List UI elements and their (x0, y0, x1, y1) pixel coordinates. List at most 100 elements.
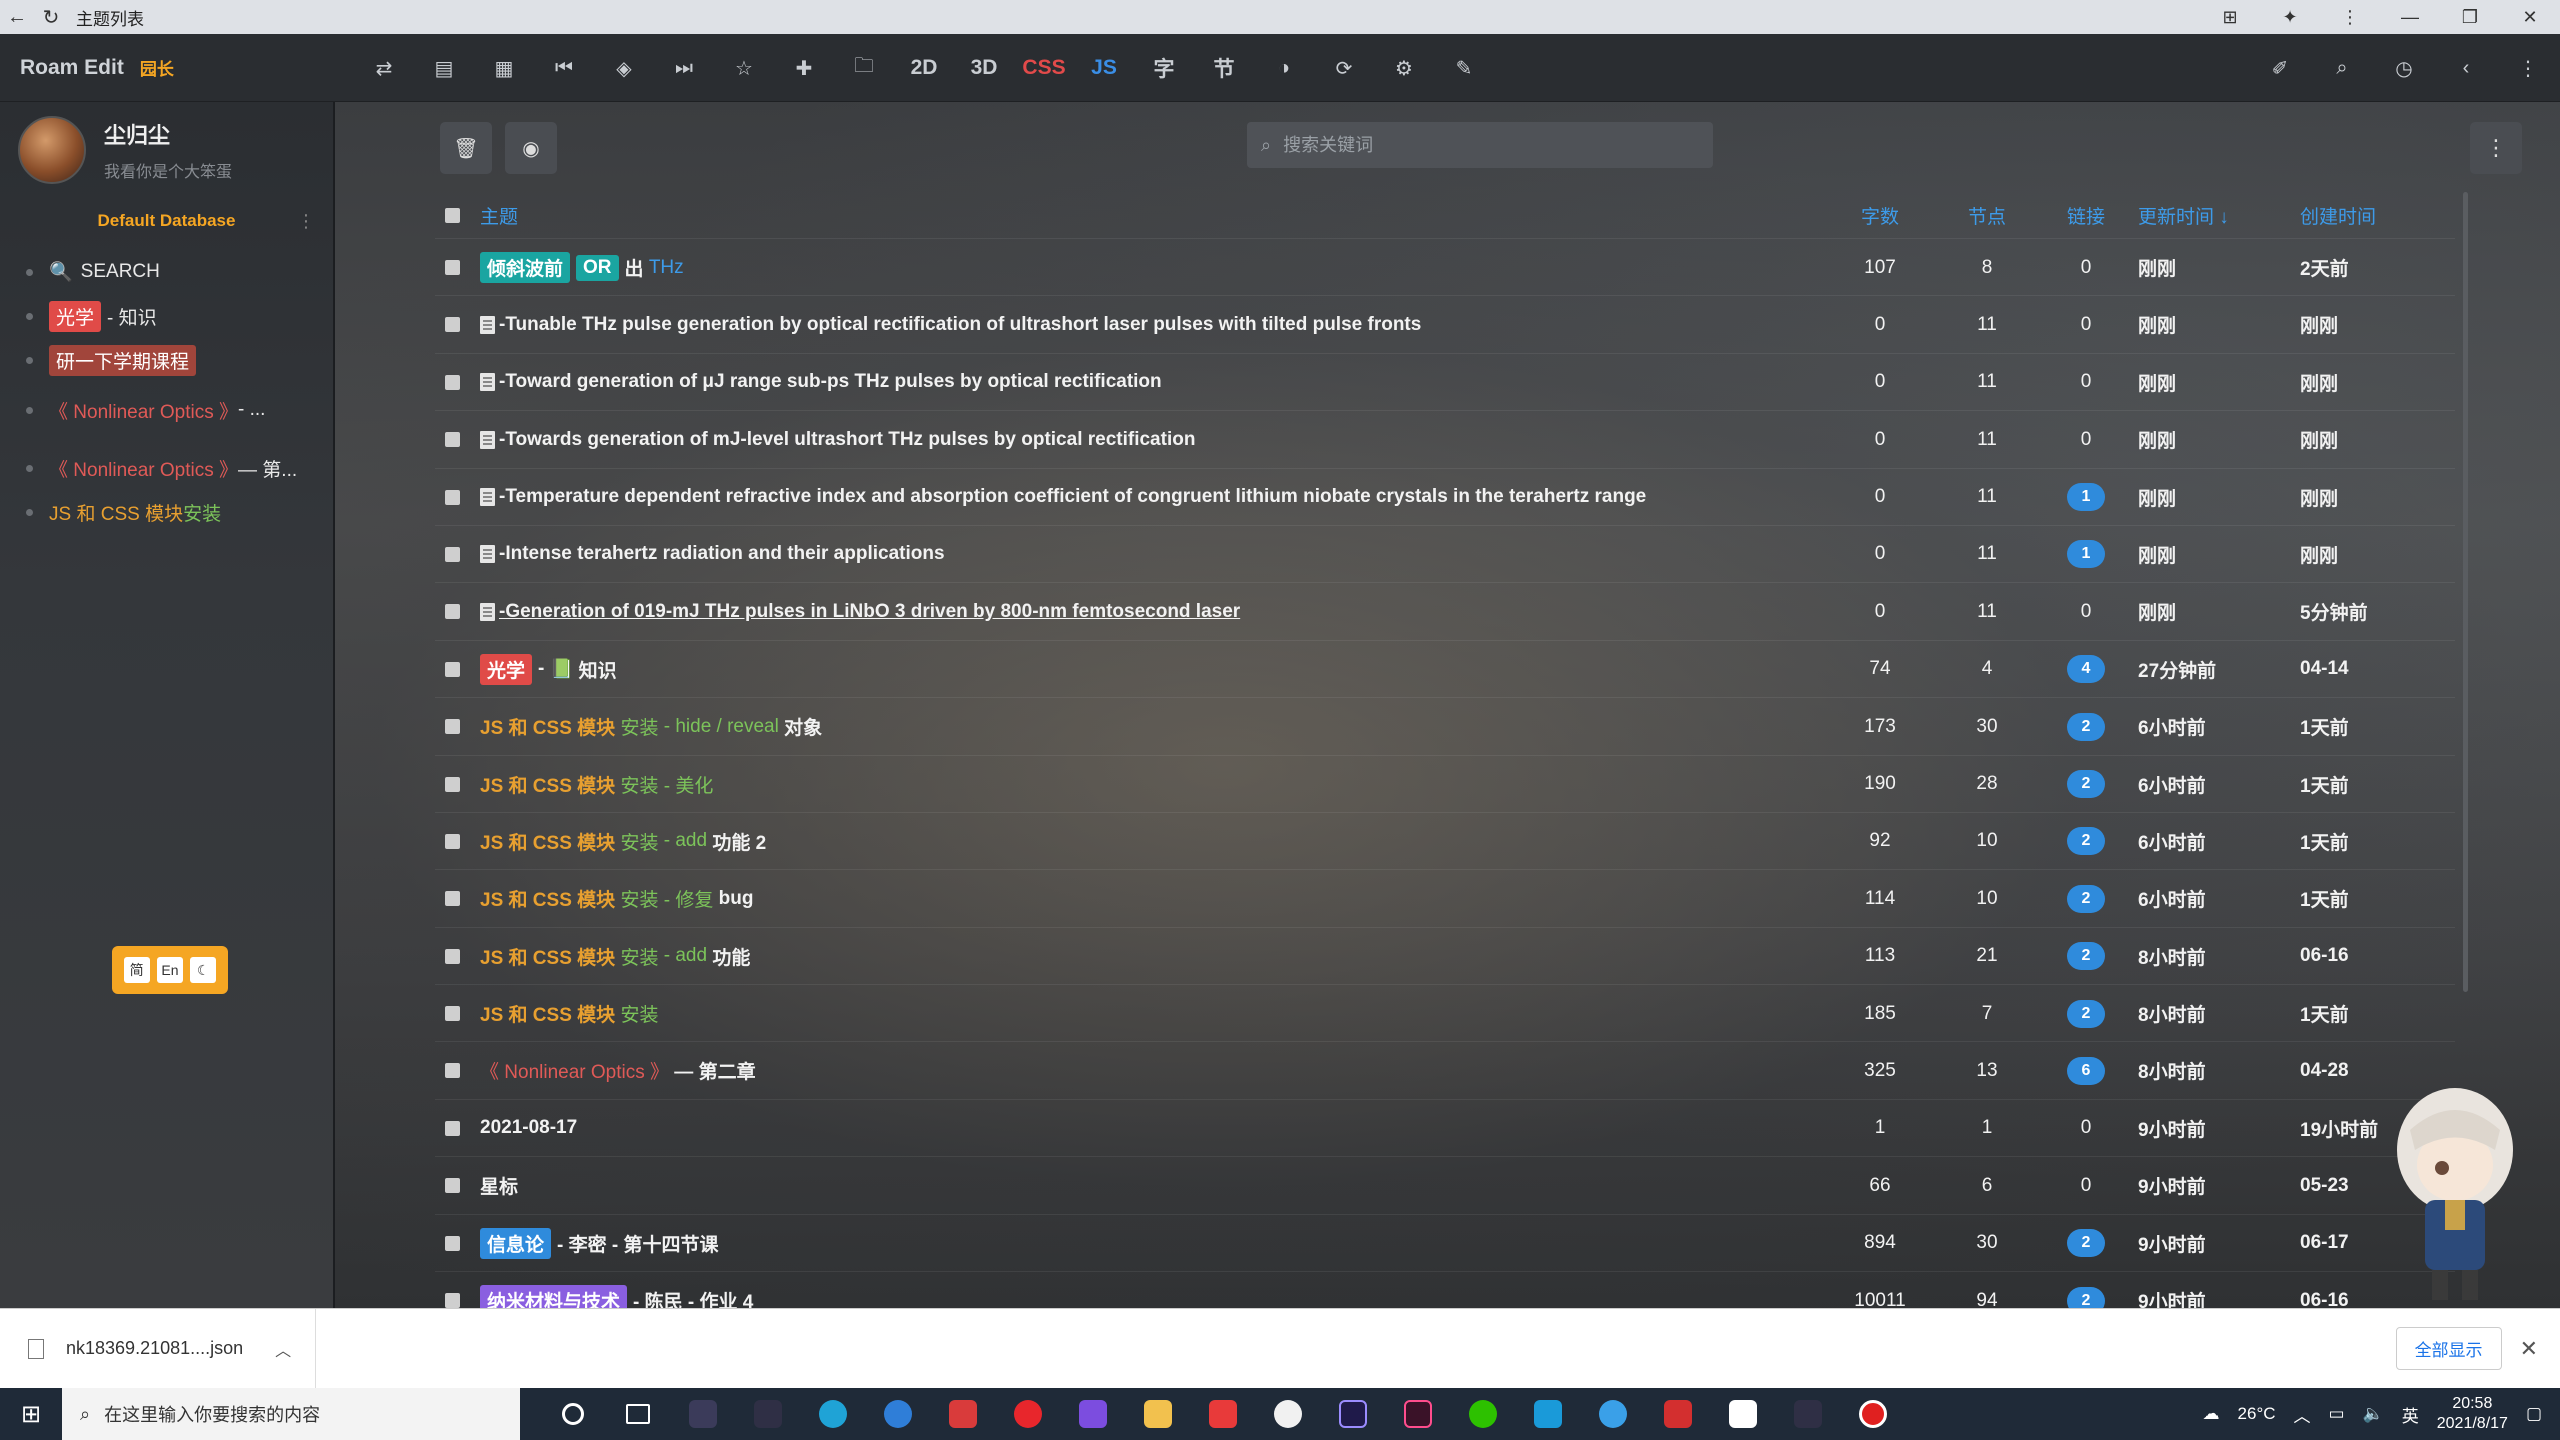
table-row[interactable]: -Generation of 019-mJ THz pulses in LiNb… (435, 583, 2455, 641)
app-cloud-icon[interactable] (1580, 1388, 1645, 1440)
row-title[interactable]: 倾斜波前 OR 出 THz (480, 239, 684, 296)
table-row[interactable]: -Intense terahertz radiation and their a… (435, 526, 2455, 584)
plus-icon[interactable]: ✚ (780, 44, 828, 92)
row-checkbox[interactable] (445, 661, 460, 677)
col-header-words[interactable]: 字数 (1845, 187, 1915, 244)
database-more-icon[interactable]: ⋮ (297, 211, 315, 232)
link-badge[interactable]: 2 (2067, 1229, 2105, 1258)
link-badge[interactable]: 2 (2067, 712, 2105, 741)
ime-indicator[interactable]: 英 (2402, 1402, 2419, 1427)
language-switch[interactable]: 简 En ☾ (112, 946, 228, 994)
roam-app-3-icon[interactable] (1775, 1388, 1840, 1440)
col-header-created[interactable]: 创建时间 (2300, 187, 2376, 244)
col-header-links[interactable]: 链接 (2051, 187, 2121, 244)
extensions-icon[interactable]: ✦ (2260, 0, 2320, 34)
col-header-nodes[interactable]: 节点 (1952, 187, 2022, 244)
sidebar-item-search[interactable]: 🔍 SEARCH (26, 250, 333, 294)
row-checkbox[interactable] (445, 489, 460, 505)
sidebar-item-optics[interactable]: 光学 - 知识 (26, 294, 333, 338)
windows-start-icon[interactable]: ⊞ (0, 1388, 62, 1440)
row-checkbox[interactable] (445, 948, 460, 964)
row-title[interactable]: JS 和 CSS 模块 安装 (480, 985, 658, 1042)
row-checkbox[interactable] (445, 776, 460, 792)
sidebar-item-nonlinear-optics[interactable]: 《 Nonlinear Optics 》 - ... (26, 388, 333, 432)
tag-optics[interactable]: 光学 (49, 300, 102, 332)
row-title[interactable]: -Tunable THz pulse generation by optical… (480, 296, 1421, 353)
row-checkbox[interactable] (445, 1178, 460, 1194)
settings-app-icon[interactable] (1710, 1388, 1775, 1440)
row-title[interactable]: -Generation of 019-mJ THz pulses in LiNb… (480, 583, 1240, 640)
link-badge[interactable]: 4 (2067, 655, 2105, 684)
table-row[interactable]: -Towards generation of mJ-level ultrasho… (435, 411, 2455, 469)
tag-tilted-front[interactable]: 倾斜波前 (480, 252, 571, 283)
app-red-icon[interactable] (930, 1388, 995, 1440)
folder-icon[interactable]: 🗀 (840, 44, 888, 92)
settings-icon[interactable]: ⚙ (1380, 44, 1428, 92)
table-row[interactable]: 《 Nonlinear Optics 》 — 第二章 325 13 6 8小时前… (435, 1042, 2455, 1100)
row-checkbox[interactable] (445, 604, 460, 620)
link-badge[interactable]: 2 (2067, 942, 2105, 971)
row-checkbox[interactable] (445, 260, 460, 275)
row-checkbox[interactable] (445, 891, 460, 907)
search-input[interactable] (1283, 134, 1684, 156)
database-name[interactable]: Default Database (98, 211, 236, 231)
delete-button[interactable]: 🗑 (440, 122, 492, 174)
row-title[interactable]: JS 和 CSS 模块 安装 - hide / reveal 对象 (480, 698, 822, 755)
chevron-up-icon[interactable]: ︿ (275, 1337, 291, 1361)
table-row[interactable]: JS 和 CSS 模块 安装 185 7 2 8小时前 1天前 (435, 985, 2455, 1043)
sidebar-toggle-icon[interactable]: ▤ (420, 44, 468, 92)
link-badge[interactable]: 1 (2067, 540, 2105, 569)
download-filename[interactable]: nk18369.21081....json (66, 1338, 243, 1359)
cortana-icon[interactable] (540, 1388, 605, 1440)
row-checkbox[interactable] (445, 546, 460, 562)
row-title[interactable]: 光学 - 📗 知识 (480, 641, 617, 698)
table-row[interactable]: 倾斜波前 OR 出 THz 107 8 0 刚刚 2天前 (435, 239, 2455, 297)
database-selector[interactable]: Default Database ⋮ (0, 198, 333, 244)
mascot-character[interactable] (2380, 1070, 2530, 1305)
network-icon[interactable]: ▭ (2329, 1404, 2345, 1424)
link-badge[interactable]: 2 (2067, 1286, 2105, 1308)
row-checkbox[interactable] (445, 432, 460, 448)
row-title[interactable]: 纳米材料与技术 - 陈民 - 作业 4 (480, 1272, 753, 1308)
qq-icon[interactable] (1255, 1388, 1320, 1440)
user-profile[interactable]: 尘归尘 我看你是个大笨蛋 (0, 102, 333, 198)
roam-app-icon[interactable] (670, 1388, 735, 1440)
tray-expand-icon[interactable]: ︿ (2294, 1402, 2311, 1427)
row-title[interactable]: -Temperature dependent refractive index … (480, 469, 1646, 526)
sidebar-item-course[interactable]: 研一下学期课程 (26, 338, 333, 382)
menu-kebab-icon[interactable]: ⋮ (2320, 0, 2380, 34)
volume-icon[interactable]: 🔈 (2363, 1404, 2384, 1424)
app-music-icon[interactable] (1190, 1388, 1255, 1440)
link-badge[interactable]: 2 (2067, 827, 2105, 856)
lang-en-button[interactable]: En (156, 957, 183, 983)
table-row[interactable]: JS 和 CSS 模块 安装 - add 功能 2 92 10 2 6小时前 1… (435, 813, 2455, 871)
download-item[interactable]: nk18369.21081....json ︿ (0, 1308, 316, 1389)
link-badge[interactable]: 6 (2067, 1056, 2105, 1085)
app-brand[interactable]: Roam Edit (20, 56, 124, 80)
row-title[interactable]: JS 和 CSS 模块 安装 - add 功能 (480, 928, 750, 985)
lang-zh-button[interactable]: 简 (123, 957, 150, 983)
tag-info-theory[interactable]: 信息论 (480, 1227, 552, 1259)
scrollbar[interactable] (2463, 192, 2468, 992)
link-badge[interactable]: 2 (2067, 770, 2105, 799)
table-row[interactable]: JS 和 CSS 模块 安装 - 美化 190 28 2 6小时前 1天前 (435, 756, 2455, 813)
more-vertical-icon[interactable]: ⋮ (2504, 44, 2552, 92)
weather-icon[interactable]: ☁ (2203, 1404, 2220, 1424)
link-badge[interactable]: 2 (2067, 884, 2105, 913)
weather-temp[interactable]: 26°C (2238, 1404, 2276, 1424)
notification-icon[interactable]: ▢ (2526, 1404, 2542, 1424)
close-icon[interactable]: ✕ (2520, 1336, 2538, 1362)
table-row[interactable]: -Tunable THz pulse generation by optical… (435, 296, 2455, 354)
row-title[interactable]: JS 和 CSS 模块 安装 - 美化 (480, 756, 713, 813)
skip-forward-icon[interactable]: ⏭ (660, 44, 708, 92)
table-row[interactable]: 信息论 - 李密 - 第十四节课 894 30 2 9小时前 06-17 (435, 1215, 2455, 1273)
record-icon[interactable] (1840, 1388, 1905, 1440)
link-badge[interactable]: 1 (2067, 483, 2105, 512)
search-field[interactable]: ⌕ (1247, 122, 1713, 168)
row-checkbox[interactable] (445, 1063, 460, 1079)
row-title[interactable]: 《 Nonlinear Optics 》 — 第二章 (480, 1042, 756, 1099)
row-title[interactable]: 2021-08-17 (480, 1100, 577, 1157)
row-title[interactable]: 星标 (480, 1157, 518, 1214)
close-window-button[interactable]: ✕ (2500, 0, 2560, 34)
chevron-left-icon[interactable]: ‹ (2442, 44, 2490, 92)
